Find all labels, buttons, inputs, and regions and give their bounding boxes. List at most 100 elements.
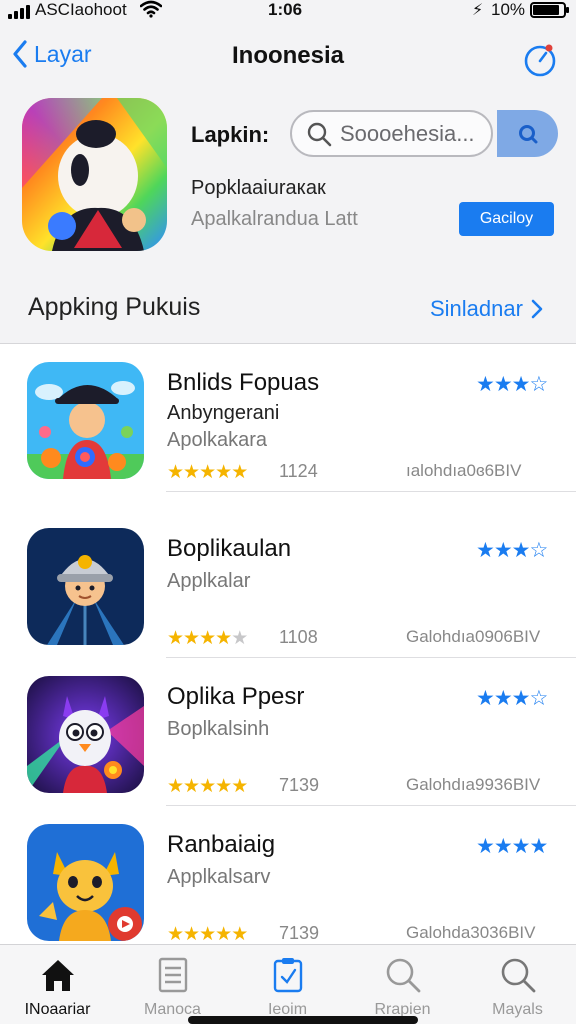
- search-input[interactable]: [340, 120, 480, 147]
- carrier-name: ASCIaohoot: [35, 0, 127, 19]
- editor-star-icon: ★: [493, 373, 513, 396]
- clipboard-icon: [273, 958, 303, 993]
- rating-star-icon: ★: [199, 924, 216, 945]
- tab-bar: INoaariar Manoca Ieoim Rrapien Mayals: [0, 944, 576, 1024]
- app-list-item[interactable]: Oplika Ppesr Boplkalsinh ★★★★★ 7139 Galo…: [0, 658, 576, 806]
- app-size: Galohdıa0906BIV: [406, 627, 541, 646]
- editor-rating-stars: ★★★☆: [476, 538, 548, 563]
- app-developer: Anbyngerani: [167, 402, 280, 424]
- app-title: Boplikaulan: [167, 535, 292, 562]
- rating-star-icon: ★: [167, 628, 184, 649]
- search-icon: [386, 958, 421, 993]
- document-icon: [158, 957, 188, 993]
- app-list-item[interactable]: Ranbaiaig Applkalsarv ★★★★★ 7139 Galohda…: [0, 806, 576, 954]
- rating-star-icon: ★: [183, 924, 200, 945]
- tab-label: Mayals: [492, 1001, 543, 1018]
- editor-star-icon: ☆: [529, 373, 548, 396]
- editor-star-icon: ★: [511, 687, 531, 710]
- editor-rating-stars: ★★★☆: [476, 372, 548, 397]
- app-icon: [27, 676, 144, 793]
- app-icon: [27, 528, 144, 645]
- clock-time: 1:06: [268, 0, 303, 19]
- editor-star-icon: ★: [493, 835, 513, 858]
- app-size: Galohdıa9936BIV: [406, 775, 541, 794]
- rating-count: 7139: [279, 923, 320, 943]
- app-category: Applkalar: [167, 570, 251, 592]
- app-list-item[interactable]: Boplikaulan Applkalar ★★★★★ 1108 Galohdı…: [0, 510, 576, 658]
- hero-meta: Apalkalrandua Latt: [191, 208, 358, 230]
- search-button[interactable]: [497, 110, 558, 157]
- editor-star-icon: ★: [476, 687, 495, 710]
- rating-star-icon: ★: [167, 924, 184, 945]
- rating-star-icon: ★: [167, 462, 184, 483]
- rating-star-icon: ★: [183, 628, 200, 649]
- see-all-label: Sinladnar: [430, 296, 523, 321]
- app-title: Bnlids Fopuas: [167, 369, 320, 396]
- tab-label: INoaariar: [24, 1001, 91, 1018]
- signal-icon: [8, 5, 30, 19]
- editor-rating-stars: ★★★☆: [476, 686, 548, 711]
- editor-star-icon: ★: [476, 373, 495, 396]
- rating-star-icon: ★: [199, 776, 216, 797]
- page-title: Inoonesia: [231, 42, 345, 69]
- editor-star-icon: ★: [511, 373, 531, 396]
- rating-count: 1108: [279, 627, 318, 647]
- tab-manoca[interactable]: Manoca: [115, 945, 230, 1024]
- rating-star-icon: ★: [183, 776, 200, 797]
- featured-app-artwork: [22, 98, 167, 251]
- app-category: Boplkalsinh: [167, 718, 270, 740]
- tab-rrapien[interactable]: Rrapien: [345, 945, 460, 1024]
- rating-star-icon: ★: [199, 462, 216, 483]
- app-icon: [27, 362, 144, 479]
- rating-stars: ★★★★★: [167, 461, 248, 484]
- app-category: Apolkakara: [167, 429, 268, 451]
- rating-star-icon: ★: [167, 776, 184, 797]
- tab-mayals[interactable]: Mayals: [460, 945, 575, 1024]
- section-title: Appking Pukuis: [28, 293, 201, 321]
- featured-app-icon[interactable]: [22, 98, 167, 251]
- status-bar: ASCIaohoot 1:06 ⚡ 10%: [0, 0, 576, 22]
- get-button[interactable]: Gaciloy: [459, 202, 554, 236]
- home-indicator: [188, 1016, 418, 1024]
- rating-star-icon: ★: [183, 462, 200, 483]
- app-title: Ranbaiaig: [167, 831, 276, 858]
- rating-star-icon: ★: [231, 462, 248, 483]
- rating-stars: ★★★★★: [167, 775, 248, 798]
- rating-star-icon: ★: [231, 776, 248, 797]
- rating-star-icon: ★: [215, 776, 232, 797]
- rating-star-icon: ★: [231, 924, 248, 945]
- app-size: ıalohdıa0ɞ6BIV: [406, 461, 522, 480]
- editor-star-icon: ☆: [529, 539, 548, 562]
- rating-count: 1124: [279, 461, 318, 481]
- app-list-item[interactable]: Bnlids Fopuas Anbyngerani Apolkakara ★★★…: [0, 344, 576, 492]
- editor-star-icon: ★: [476, 539, 495, 562]
- battery-percent: 10%: [491, 0, 526, 19]
- hero-label: Lapkin:: [191, 122, 270, 147]
- search-icon: [518, 124, 537, 143]
- wifi-icon: [140, 0, 162, 18]
- app-icon: [27, 824, 144, 941]
- search-icon: [307, 122, 332, 146]
- rating-count: 7139: [279, 775, 320, 795]
- editor-star-icon: ★: [511, 835, 531, 858]
- tab-home[interactable]: INoaariar: [0, 945, 115, 1024]
- app-title: Oplika Ppesr: [167, 683, 305, 710]
- rating-star-icon: ★: [215, 628, 232, 649]
- rating-star-icon: ★: [231, 628, 248, 649]
- search-field[interactable]: [290, 110, 493, 157]
- tab-ieoim[interactable]: Ieoim: [230, 945, 345, 1024]
- editor-star-icon: ★: [529, 835, 548, 858]
- home-icon: [42, 960, 74, 991]
- editor-star-icon: ★: [493, 687, 513, 710]
- editor-star-icon: ☆: [529, 687, 548, 710]
- rating-star-icon: ★: [215, 924, 232, 945]
- row-divider: [166, 491, 576, 492]
- rating-stars: ★★★★★: [167, 923, 248, 946]
- see-all-link[interactable]: Sinladnar: [430, 296, 543, 322]
- rating-star-icon: ★: [215, 462, 232, 483]
- editor-star-icon: ★: [511, 539, 531, 562]
- battery-icon: [530, 2, 569, 18]
- editor-rating-stars: ★★★★: [476, 834, 548, 859]
- hero-subtitle: Popklaaiuraкак: [191, 177, 326, 199]
- clock-refresh-icon[interactable]: [522, 42, 558, 78]
